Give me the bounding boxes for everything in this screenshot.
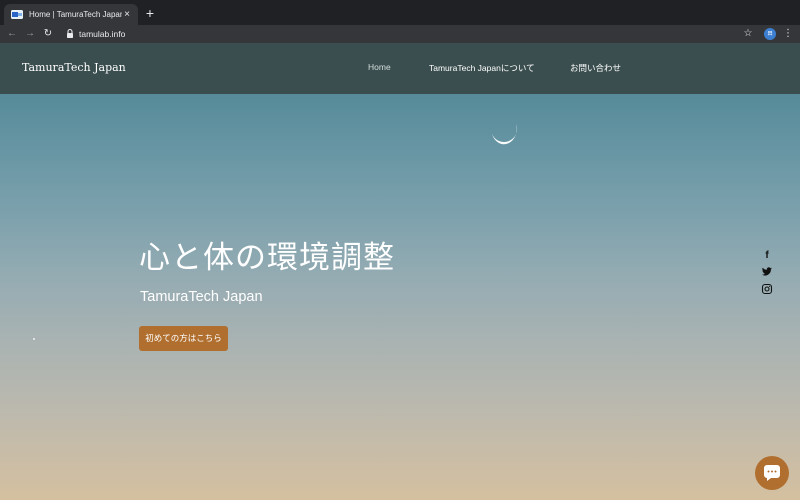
tab-home[interactable]: Home | TamuraTech Japan × bbox=[4, 4, 138, 25]
tab-close-icon[interactable]: × bbox=[122, 9, 132, 20]
browser-window: Home | TamuraTech Japan × + ← → ↻ tamula… bbox=[0, 0, 800, 500]
browser-toolbar: ← → ↻ tamulab.info ☆ 田 ⋮ bbox=[0, 25, 800, 43]
crescent-moon bbox=[492, 124, 517, 145]
nav-home[interactable]: Home bbox=[368, 62, 391, 72]
tab-title: Home | TamuraTech Japan bbox=[29, 10, 122, 19]
sparkle-dot bbox=[33, 338, 35, 340]
address-bar[interactable]: tamulab.info bbox=[79, 28, 125, 40]
twitter-icon[interactable] bbox=[761, 266, 773, 278]
reload-icon[interactable]: ↻ bbox=[41, 27, 55, 41]
nav-about[interactable]: TamuraTech Japanについて bbox=[429, 62, 535, 74]
facebook-icon[interactable]: f bbox=[761, 250, 773, 262]
site-favicon-icon bbox=[11, 10, 23, 19]
back-icon[interactable]: ← bbox=[5, 27, 19, 41]
instagram-icon[interactable] bbox=[761, 283, 773, 295]
site-header: TamuraTech Japan Home TamuraTech Japanにつ… bbox=[0, 43, 800, 94]
bookmark-star-icon[interactable]: ☆ bbox=[742, 27, 754, 41]
site-logo[interactable]: TamuraTech Japan bbox=[22, 61, 126, 74]
lock-icon bbox=[67, 28, 73, 38]
new-tab-icon[interactable]: + bbox=[144, 6, 156, 20]
tab-strip: Home | TamuraTech Japan × + bbox=[0, 0, 800, 25]
hero-subtitle: TamuraTech Japan bbox=[140, 289, 263, 305]
chat-button[interactable] bbox=[755, 456, 789, 490]
browser-menu-icon[interactable]: ⋮ bbox=[783, 27, 793, 41]
website-viewport: TamuraTech Japan Home TamuraTech Japanにつ… bbox=[0, 43, 800, 500]
first-time-visitors-button[interactable]: 初めての方はこちら bbox=[139, 326, 228, 351]
chat-icon bbox=[764, 465, 780, 481]
forward-icon[interactable]: → bbox=[23, 27, 37, 41]
hero-title: 心と体の環境調整 bbox=[139, 240, 395, 276]
nav-contact[interactable]: お問い合わせ bbox=[570, 62, 621, 74]
profile-avatar[interactable]: 田 bbox=[764, 28, 776, 40]
